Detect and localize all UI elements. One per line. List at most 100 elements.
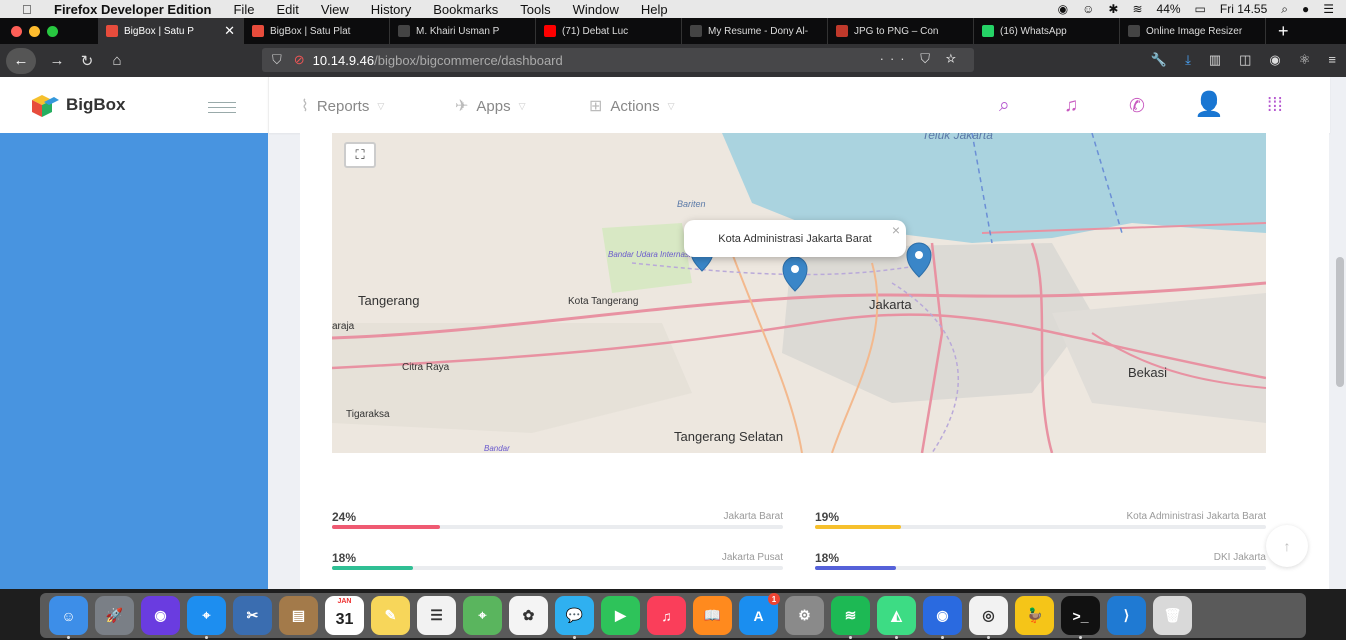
paper-plane-icon: ✈ — [455, 98, 469, 115]
fullscreen-toggle-button[interactable]: ⛶ — [344, 142, 376, 168]
page-actions[interactable]: ··· ⛉ ☆ — [880, 51, 962, 67]
progress-track — [332, 566, 783, 570]
scroll-to-top-button[interactable]: ↑ — [1266, 525, 1308, 567]
browser-tab[interactable]: My Resume - Dony Al- — [682, 18, 828, 44]
home-button[interactable]: ⌂ — [102, 52, 132, 69]
popup-close-button[interactable]: × — [892, 222, 900, 238]
map-canvas[interactable]: Teluk Jakarta Bariten Bandar Udara Inter… — [332, 133, 1266, 453]
close-window-icon[interactable] — [11, 25, 22, 37]
dock-chrome-icon[interactable]: ◎ — [969, 596, 1008, 639]
browser-tab[interactable]: BigBox | Satu P ✕ — [98, 18, 244, 44]
dock-music-icon[interactable]: ♫ — [647, 596, 686, 635]
tracking-shield-icon[interactable]: ⛉ — [272, 52, 282, 68]
bluetooth-icon[interactable]: ✱ — [1108, 2, 1118, 16]
menu-app-name[interactable]: Firefox Developer Edition — [54, 2, 211, 17]
forward-button[interactable]: → — [42, 52, 72, 69]
browser-tab[interactable]: BigBox | Satu Plat — [244, 18, 390, 44]
siri-icon[interactable]: ● — [1302, 2, 1309, 16]
menu-history[interactable]: History — [371, 2, 411, 17]
nav-actions[interactable]: ⊞ Actions ▽ — [589, 96, 675, 116]
battery-percent[interactable]: 44% — [1157, 2, 1181, 16]
browser-tab[interactable]: (16) WhatsApp — [974, 18, 1120, 44]
dock-trash-icon[interactable]: 🗑 — [1153, 596, 1192, 635]
dock-preview-icon[interactable]: ✂ — [233, 596, 272, 635]
control-center-icon[interactable]: ☰ — [1323, 2, 1334, 16]
wifi-icon[interactable]: ≋ — [1132, 2, 1142, 16]
tab-close-icon[interactable]: ✕ — [224, 23, 235, 39]
dock-finder-icon[interactable]: ☺ — [49, 596, 88, 639]
menu-help[interactable]: Help — [641, 2, 668, 17]
dock-firefox-developer-edition-icon[interactable]: ◉ — [923, 596, 962, 639]
dock-facetime-icon[interactable]: ▶ — [601, 596, 640, 635]
menu-bookmarks[interactable]: Bookmarks — [433, 2, 498, 17]
dock-contacts-icon[interactable]: ▤ — [279, 596, 318, 635]
dock-system-preferences-icon[interactable]: ⚙ — [785, 596, 824, 635]
progress-fill — [815, 525, 901, 529]
spotlight-icon[interactable]: ⌕ — [1281, 2, 1288, 17]
menu-tools[interactable]: Tools — [520, 2, 550, 17]
user-avatar-icon[interactable]: 👤 — [1194, 90, 1224, 119]
new-tab-button[interactable]: + — [1278, 21, 1289, 42]
label-tangerang: Tangerang — [358, 293, 419, 308]
dock-app-store-icon[interactable]: A1 — [739, 593, 780, 635]
reload-button[interactable]: ↻ — [72, 52, 102, 70]
menu-view[interactable]: View — [321, 2, 349, 17]
dock-cyberduck-icon[interactable]: 🦆 — [1015, 596, 1054, 635]
dock-notes-icon[interactable]: ✎ — [371, 596, 410, 635]
minimize-window-icon[interactable] — [29, 25, 40, 37]
devtools-icon[interactable]: 🔧 — [1151, 52, 1167, 68]
back-button[interactable]: ← — [6, 47, 36, 74]
insecure-lock-icon[interactable]: ⊘ — [294, 52, 305, 68]
clock[interactable]: Fri 14.55 — [1220, 2, 1267, 16]
browser-tab[interactable]: JPG to PNG – Con — [828, 18, 974, 44]
zoom-window-icon[interactable] — [47, 25, 58, 37]
dock-launchpad-icon[interactable]: 🚀 — [95, 596, 134, 635]
label-tangerang-selatan: Tangerang Selatan — [674, 429, 783, 444]
dock-spotify-icon[interactable]: ≋ — [831, 596, 870, 639]
browser-tab[interactable]: M. Khairi Usman P — [390, 18, 536, 44]
url-bar[interactable]: ⛉ ⊘ 10.14.9.46/bigbox/bigcommerce/dashbo… — [262, 48, 974, 72]
bigbox-logo-icon — [32, 95, 59, 117]
menu-icon[interactable]: ≡ — [1328, 52, 1336, 68]
bell-icon[interactable]: ♫ — [1064, 95, 1078, 117]
nav-apps[interactable]: ✈ Apps ▽ — [455, 96, 526, 116]
downloads-icon[interactable]: ⤓ — [1185, 52, 1191, 68]
dock-terminal-icon[interactable]: >_ — [1061, 596, 1100, 639]
dock-safari-icon[interactable]: ⌖ — [187, 596, 226, 639]
search-icon[interactable]: ⌕ — [999, 95, 1010, 117]
vpn-icon[interactable]: ◉ — [1058, 2, 1068, 16]
map-popup-text: Kota Administrasi Jakarta Barat — [718, 232, 872, 245]
extension-icon[interactable]: ⚛ — [1299, 52, 1311, 68]
dock-messages-icon[interactable]: 💬 — [555, 596, 594, 639]
running-indicator — [205, 636, 208, 639]
url-host: 10.14.9.46 — [312, 52, 375, 68]
menu-edit[interactable]: Edit — [276, 2, 298, 17]
dock-reminders-icon[interactable]: ☰ — [417, 596, 456, 635]
library-icon[interactable]: ▥ — [1209, 52, 1221, 68]
hamburger-menu-button[interactable] — [208, 98, 236, 117]
dock-vs-code-icon[interactable]: ⟩ — [1107, 596, 1146, 635]
menu-file[interactable]: File — [233, 2, 254, 17]
dock-photos-icon[interactable]: ✿ — [509, 596, 548, 635]
support-icon[interactable]: ✆ — [1129, 95, 1145, 118]
page-scrollbar[interactable] — [1336, 257, 1344, 387]
dock-android-studio-icon[interactable]: ◭ — [877, 596, 916, 639]
dock-books-icon[interactable]: 📖 — [693, 596, 732, 635]
bigbox-logo[interactable]: BigBox — [30, 92, 126, 118]
dock-maps-icon[interactable]: ⌖ — [463, 596, 502, 635]
status-icon[interactable]: ☺ — [1082, 2, 1094, 16]
sidebar-icon[interactable]: ◫ — [1239, 52, 1251, 68]
browser-tab[interactable]: Online Image Resizer — [1120, 18, 1266, 44]
browser-tab[interactable]: (71) Debat Luc — [536, 18, 682, 44]
account-icon[interactable]: ◉ — [1269, 52, 1280, 68]
dock-calendar-icon[interactable]: JAN 31 — [325, 596, 364, 635]
apps-grid-icon[interactable]: ⁞⁞⁞ — [1267, 95, 1283, 117]
label-bandar: Bandar — [484, 444, 510, 453]
dock-siri-icon[interactable]: ◉ — [141, 596, 180, 635]
menu-window[interactable]: Window — [573, 2, 619, 17]
progress-track — [332, 525, 783, 529]
nav-reports[interactable]: ⌇ Reports ▽ — [301, 96, 384, 116]
region-map[interactable]: Teluk Jakarta Bariten Bandar Udara Inter… — [332, 133, 1266, 453]
logo-area: BigBox — [0, 77, 268, 133]
apple-icon[interactable]:  — [22, 2, 44, 17]
